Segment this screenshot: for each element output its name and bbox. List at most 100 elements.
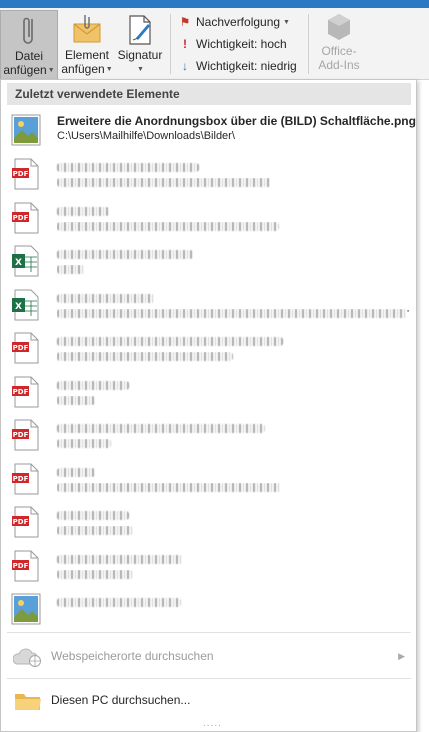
image-file-icon [11,593,41,625]
web-locations-item[interactable]: Webspeicherorte durchsuchen ▶ [7,636,411,676]
web-locations-label: Webspeicherorte durchsuchen [51,649,214,663]
office-addins-button: Office- Add-Ins [312,12,366,72]
recent-item[interactable]: PDF [7,196,411,240]
chevron-right-icon: ▶ [398,651,405,661]
recent-item-path-redacted [57,352,409,364]
recent-item-path-suffix: T\ [407,309,409,321]
recent-item-name-redacted [57,379,129,393]
pdf-icon: PDF [11,463,41,495]
recent-item[interactable]: PDF [7,457,411,501]
recent-item-path-redacted [57,439,409,451]
recent-item-path-redacted [57,265,409,277]
ribbon: Datei anfügen▼ Element anfügen▼ Signatur… [0,8,429,80]
chevron-down-icon: ▼ [105,65,113,73]
recent-item[interactable]: X [7,239,411,283]
attach-file-label-2: anfügen [3,63,47,77]
recent-item[interactable]: PDF [7,326,411,370]
this-pc-item[interactable]: Diesen PC durchsuchen... [7,680,411,720]
pdf-icon: PDF [11,332,41,364]
svg-text:PDF: PDF [13,562,29,570]
cloud-globe-icon [13,648,41,667]
attach-file-dropdown: Zuletzt verwendete Elemente Erweitere di… [0,79,417,732]
recent-item-path-redacted [57,526,409,538]
pdf-icon: PDF [11,506,41,538]
recent-item[interactable]: PDF [7,544,411,588]
recent-item[interactable]: PDF [7,500,411,544]
excel-icon: X [11,245,41,277]
svg-text:PDF: PDF [13,170,29,178]
svg-text:PDF: PDF [13,431,29,439]
attach-item-label-1: Element [64,48,110,62]
recent-item-name-redacted [57,596,181,610]
recent-item-path-redacted [57,221,409,234]
attach-item-button[interactable]: Element anfügen▼ [60,10,114,80]
image-file-icon [11,114,41,146]
office-addins-label-1: Office- [321,44,357,58]
followup-label: Nachverfolgung [196,15,281,29]
recent-item-path-redacted [57,395,409,408]
svg-text:PDF: PDF [13,344,29,352]
importance-high-button[interactable]: ! Wichtigkeit: hoch [178,34,287,54]
recent-item-path: C:\Users\Mailhilfe\Downloads\Bilder\ [57,130,235,142]
importance-low-label: Wichtigkeit: niedrig [196,59,297,73]
hexagon-addin-icon [328,14,350,40]
folder-icon [15,694,41,710]
svg-text:X: X [15,302,22,312]
recent-item-name-redacted [57,422,265,436]
attach-file-button[interactable]: Datei anfügen▼ [0,10,58,80]
recent-items-header: Zuletzt verwendete Elemente [7,83,411,105]
pdf-icon: PDF [11,158,41,190]
attach-file-label-1: Datei [14,49,43,63]
arrow-down-icon: ↓ [182,59,188,73]
attach-item-label-2: anfügen [61,62,105,76]
ribbon-separator [308,14,309,74]
chevron-down-icon: ▼ [47,66,55,74]
recent-item-name-redacted [57,161,199,175]
chevron-down-icon: ▼ [137,65,144,73]
recent-item-name: Erweitere die Anordnungsbox über die (BI… [57,114,416,128]
recent-item-name-redacted [57,509,129,523]
pdf-icon: PDF [11,550,41,582]
window-title-bar [0,0,429,8]
paperclip-icon [23,17,33,44]
signature-button[interactable]: Signatur ▼ [114,10,166,80]
pdf-icon: PDF [11,202,41,234]
resize-grip[interactable]: ..... [203,718,222,729]
exclamation-icon: ! [183,37,187,51]
recent-item-name-redacted [57,553,183,567]
recent-item[interactable]: PDF [7,370,411,414]
recent-item[interactable]: PDF [7,413,411,457]
recent-item[interactable] [7,587,411,631]
recent-item[interactable]: X T\ [7,283,411,327]
recent-item-name-redacted [57,248,193,262]
pdf-icon: PDF [11,376,41,408]
flag-icon: ⚑ [179,15,191,29]
recent-item-name-redacted [57,292,155,306]
pdf-icon: PDF [11,419,41,451]
recent-item-path-redacted [57,569,409,582]
this-pc-label: Diesen PC durchsuchen... [51,693,191,707]
menu-divider [7,678,411,679]
recent-item-path-redacted [57,178,409,190]
office-addins-label-2: Add-Ins [318,58,360,72]
recent-item[interactable]: Erweitere die Anordnungsbox über die (BI… [7,108,416,152]
recent-item-name-redacted [57,205,109,219]
svg-text:PDF: PDF [13,214,29,222]
svg-text:PDF: PDF [13,518,29,526]
svg-text:X: X [15,258,22,268]
recent-item-path-redacted [57,482,409,495]
recent-item-name-redacted [57,466,95,480]
signature-pen-icon [129,15,151,45]
recent-item-path-redacted: T\ [57,308,409,321]
ribbon-separator [170,14,171,74]
svg-text:PDF: PDF [13,475,29,483]
envelope-paperclip-icon [73,15,101,43]
svg-text:PDF: PDF [13,388,29,396]
chevron-down-icon: ▼ [281,18,290,26]
signature-label: Signatur [117,48,163,62]
importance-low-button[interactable]: ↓ Wichtigkeit: niedrig [178,56,297,76]
menu-divider [7,632,411,633]
recent-item[interactable]: PDF [7,152,411,196]
importance-high-label: Wichtigkeit: hoch [196,37,287,51]
followup-button[interactable]: ⚑ Nachverfolgung ▼ [178,12,290,32]
